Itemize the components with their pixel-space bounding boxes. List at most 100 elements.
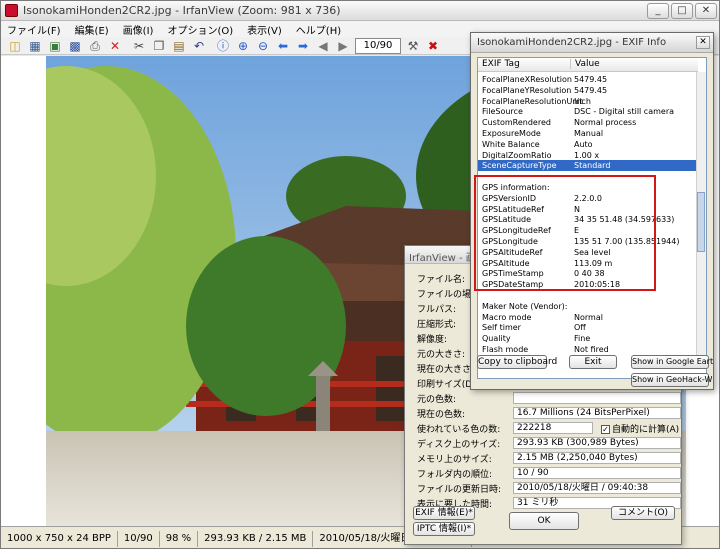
exif-window-title[interactable]: IsonokamiHonden2CR2.jpg - EXIF Info bbox=[471, 33, 713, 53]
undo-icon[interactable]: ↶ bbox=[191, 38, 207, 54]
exif-info-button[interactable]: EXIF 情報(E)* bbox=[413, 506, 475, 520]
google-earth-button[interactable]: Show in Google Earth bbox=[631, 355, 713, 369]
info-row: ファイルの更新日時: 2010/05/18/火曜日 / 09:40:38 bbox=[413, 482, 681, 495]
info-row-value: 293.93 KB (300,989 Bytes) bbox=[513, 437, 681, 449]
info-icon[interactable]: ⓘ bbox=[215, 38, 231, 54]
menu-help[interactable]: ヘルプ(H) bbox=[296, 22, 341, 37]
exif-row-value: Standard bbox=[574, 161, 611, 171]
delete-icon[interactable]: ✕ bbox=[107, 38, 123, 54]
checkbox-checked-icon: ✓ bbox=[601, 425, 610, 434]
last-page-icon[interactable]: ▶ bbox=[335, 38, 351, 54]
irfanview-app-icon bbox=[5, 4, 18, 17]
exif-row-tag: FileSource bbox=[482, 107, 523, 117]
info-row-value: 10 / 90 bbox=[513, 467, 681, 479]
maximize-button[interactable]: □ bbox=[671, 3, 693, 19]
info-row: 元の色数: bbox=[413, 392, 681, 405]
paste-icon[interactable]: ▤ bbox=[171, 38, 187, 54]
exif-row[interactable]: CustomRendered Normal process bbox=[478, 117, 698, 128]
exif-row[interactable]: FocalPlaneYResolution 5479.45 bbox=[478, 85, 698, 96]
window-title: IsonokamiHonden2CR2.jpg - IrfanView (Zoo… bbox=[23, 4, 341, 17]
exif-row-value: DSC - Digital still camera bbox=[574, 107, 675, 117]
exif-scrollbar[interactable] bbox=[696, 72, 706, 362]
exif-row-tag: Maker Note (Vendor): bbox=[482, 301, 568, 311]
menu-image[interactable]: 画像(I) bbox=[123, 22, 154, 37]
exif-row[interactable]: Flash mode Not fired bbox=[478, 344, 698, 355]
exif-row-tag: Flash mode bbox=[482, 345, 529, 354]
exif-row[interactable]: FocalPlaneXResolution 5479.45 bbox=[478, 74, 698, 85]
exif-close-icon[interactable]: ✕ bbox=[696, 36, 710, 49]
exif-row[interactable]: Self timer Off bbox=[478, 322, 698, 333]
exif-row-value: Off bbox=[574, 323, 586, 333]
info-row: メモリ上のサイズ: 2.15 MB (2,250,040 Bytes) bbox=[413, 452, 681, 465]
zoom-in-icon[interactable]: ⊕ bbox=[235, 38, 251, 54]
menu-options[interactable]: オプション(O) bbox=[167, 22, 233, 37]
exif-row-tag: White Balance bbox=[482, 139, 540, 149]
exif-tag-column-header[interactable]: EXIF Tag bbox=[482, 59, 520, 69]
exif-row-tag: SceneCaptureType bbox=[482, 161, 557, 171]
exif-row-tag: FocalPlaneXResolution bbox=[482, 75, 572, 84]
exif-row[interactable]: Macro mode Normal bbox=[478, 312, 698, 323]
exif-row-tag: Macro mode bbox=[482, 312, 532, 322]
exif-row[interactable]: DigitalZoomRatio 1.00 x bbox=[478, 150, 698, 161]
status-page: 10/90 bbox=[118, 530, 160, 547]
settings-icon[interactable]: ⚒ bbox=[405, 38, 421, 54]
exif-row[interactable]: Quality Fine bbox=[478, 333, 698, 344]
exif-row[interactable] bbox=[478, 290, 698, 301]
title-bar[interactable]: IsonokamiHonden2CR2.jpg - IrfanView (Zoo… bbox=[1, 1, 719, 21]
exif-row-value: Normal process bbox=[574, 118, 637, 128]
page-field[interactable]: 10/90 bbox=[355, 38, 401, 54]
info-row-value: 16.7 Millions (24 BitsPerPixel) bbox=[513, 407, 681, 419]
geohack-button[interactable]: Show in GeoHack-Wiki bbox=[631, 373, 713, 387]
exif-row-value: 1.00 x bbox=[574, 150, 600, 160]
info-row-label: ディスク上のサイズ: bbox=[417, 440, 501, 450]
info-row-label: 現在の色数: bbox=[417, 410, 466, 420]
print-icon[interactable]: ⎙ bbox=[87, 38, 103, 54]
exit-icon[interactable]: ✖ bbox=[425, 38, 441, 54]
copy-icon[interactable]: ❐ bbox=[151, 38, 167, 54]
first-page-icon[interactable]: ◀ bbox=[315, 38, 331, 54]
slideshow-icon[interactable]: ▣ bbox=[47, 38, 63, 54]
exif-row-value: Inch bbox=[574, 96, 591, 106]
save-icon[interactable]: ▩ bbox=[67, 38, 83, 54]
thumbnails-icon[interactable]: ▦ bbox=[27, 38, 43, 54]
info-row-value: 2.15 MB (2,250,040 Bytes) bbox=[513, 452, 681, 464]
exif-row[interactable]: FocalPlaneResolutionUnit Inch bbox=[478, 96, 698, 107]
ok-button[interactable]: OK bbox=[509, 512, 579, 530]
auto-calc-label: 自動的に計算(A) bbox=[612, 425, 680, 435]
open-folder-icon[interactable]: ◫ bbox=[7, 38, 23, 54]
info-row-label: 元の色数: bbox=[417, 395, 457, 405]
status-resolution: 1000 x 750 x 24 BPP bbox=[1, 530, 118, 547]
minimize-button[interactable]: _ bbox=[647, 3, 669, 19]
exif-row[interactable]: FileSource DSC - Digital still camera bbox=[478, 106, 698, 117]
exif-row[interactable]: SceneCaptureType Standard bbox=[478, 160, 698, 172]
menu-view[interactable]: 表示(V) bbox=[247, 22, 282, 37]
exif-row[interactable]: White Balance Auto bbox=[478, 139, 698, 150]
copy-to-clipboard-button[interactable]: Copy to clipboard bbox=[477, 355, 557, 369]
exif-row-tag: Quality bbox=[482, 334, 511, 344]
cut-icon[interactable]: ✂ bbox=[131, 38, 147, 54]
exif-row-value: Manual bbox=[574, 129, 604, 138]
close-button[interactable]: ✕ bbox=[695, 3, 717, 19]
iptc-info-button[interactable]: IPTC 情報(I)* bbox=[413, 522, 475, 536]
menu-file[interactable]: ファイル(F) bbox=[7, 22, 61, 37]
exif-row-tag: FocalPlaneYResolution bbox=[482, 85, 572, 95]
auto-calc-checkbox[interactable]: ✓ 自動的に計算(A) bbox=[601, 422, 679, 435]
exif-value-column-header[interactable]: Value bbox=[570, 59, 600, 69]
exif-row-tag: Self timer bbox=[482, 323, 521, 333]
zoom-out-icon[interactable]: ⊖ bbox=[255, 38, 271, 54]
exif-row[interactable]: Maker Note (Vendor): bbox=[478, 301, 698, 312]
info-row: 現在の色数: 16.7 Millions (24 BitsPerPixel) bbox=[413, 407, 681, 420]
status-zoom: 98 % bbox=[160, 530, 199, 547]
exif-row-value: 5479.45 bbox=[574, 75, 608, 84]
exif-row-tag: DigitalZoomRatio bbox=[482, 150, 552, 160]
previous-icon[interactable]: ⬅ bbox=[275, 38, 291, 54]
info-row-label: メモリ上のサイズ: bbox=[417, 455, 492, 465]
exit-button[interactable]: Exit bbox=[569, 355, 617, 369]
exif-row[interactable]: ExposureMode Manual bbox=[478, 128, 698, 139]
exif-scrollbar-thumb[interactable] bbox=[697, 192, 705, 252]
next-icon[interactable]: ➡ bbox=[295, 38, 311, 54]
exif-row-tag: ExposureMode bbox=[482, 129, 541, 138]
comment-button[interactable]: コメント(O) bbox=[611, 506, 675, 520]
info-row: フォルダ内の順位: 10 / 90 bbox=[413, 467, 681, 480]
menu-edit[interactable]: 編集(E) bbox=[75, 22, 109, 37]
